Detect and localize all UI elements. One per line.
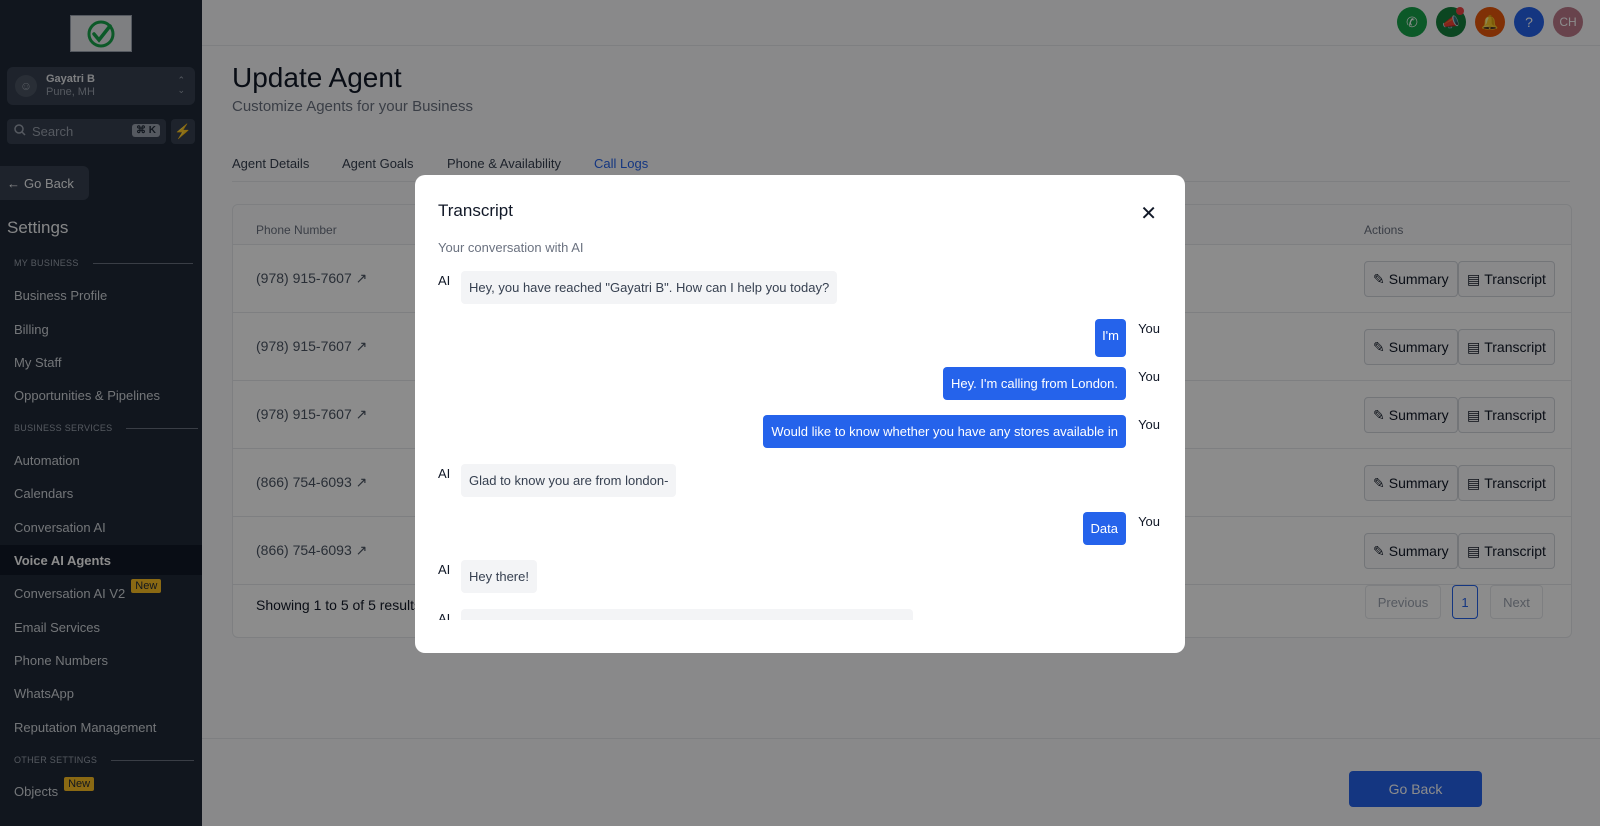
message-bubble: Hey. I'm calling from London. bbox=[943, 367, 1126, 400]
message-bubble: Glad to know you are from london- bbox=[461, 464, 677, 497]
speaker-label: AI bbox=[438, 273, 451, 288]
modal-title: Transcript bbox=[438, 201, 513, 220]
speaker-label: You bbox=[1138, 369, 1160, 384]
message-bubble: Hey there! bbox=[461, 560, 537, 593]
speaker-label: AI bbox=[438, 466, 451, 481]
speaker-label: You bbox=[1138, 417, 1160, 432]
chat-message-ai: AI Glad to know you are from london- bbox=[438, 464, 1162, 504]
message-bubble: A team member will reach out to you with… bbox=[461, 609, 913, 620]
message-bubble: Hey, you have reached "Gayatri B". How c… bbox=[461, 271, 838, 304]
chat-message-ai: AI Hey, you have reached "Gayatri B". Ho… bbox=[438, 271, 1162, 311]
speaker-label: AI bbox=[438, 562, 451, 577]
chat-message-you: You Would like to know whether you have … bbox=[438, 415, 1162, 455]
chat-message-ai: AI Hey there! bbox=[438, 560, 1162, 600]
close-icon[interactable]: ✕ bbox=[1140, 201, 1157, 226]
chat-message-you: You Hey. I'm calling from London. bbox=[438, 367, 1162, 407]
transcript-chat[interactable]: AI Hey, you have reached "Gayatri B". Ho… bbox=[438, 271, 1162, 620]
message-bubble: Would like to know whether you have any … bbox=[763, 415, 1126, 448]
modal-subtitle: Your conversation with AI bbox=[438, 240, 584, 255]
chat-message-you: You Data bbox=[438, 512, 1162, 552]
transcript-modal: Transcript ✕ Your conversation with AI A… bbox=[415, 175, 1185, 653]
speaker-label: You bbox=[1138, 321, 1160, 336]
message-bubble: I'm bbox=[1095, 319, 1126, 357]
chat-message-ai: AI A team member will reach out to you w… bbox=[438, 609, 1162, 620]
message-bubble: Data bbox=[1082, 512, 1126, 545]
speaker-label: You bbox=[1138, 514, 1160, 529]
chat-message-you: You I'm bbox=[438, 319, 1162, 359]
speaker-label: AI bbox=[438, 611, 451, 620]
